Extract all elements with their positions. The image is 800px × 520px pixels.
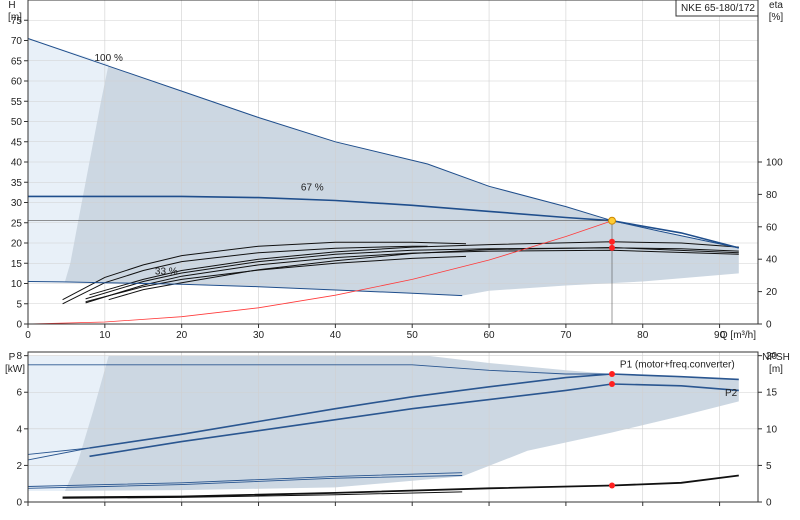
y-axis-label-left: P <box>9 352 16 363</box>
power-npsh-panel: P1 (motor+freq.converter)P2 024680510152… <box>5 351 790 508</box>
y-tick-label-left: 30 <box>11 198 23 209</box>
operating-envelope-bottom <box>28 355 739 491</box>
y-tick-label-left: 4 <box>16 424 22 435</box>
y-tick-label-right: 10 <box>766 424 778 435</box>
y-axis-unit-left: [kW] <box>5 364 25 375</box>
x-tick-label: 50 <box>407 330 419 341</box>
speed-label: 33 % <box>155 267 178 278</box>
y-tick-label-left: 40 <box>11 158 23 169</box>
duty-point <box>608 216 616 225</box>
y-tick-label-left: 8 <box>16 351 22 362</box>
y-tick-label-left: 20 <box>11 239 23 250</box>
operating-envelope <box>28 355 739 491</box>
y-axis-label-right: eta <box>769 0 783 11</box>
y-tick-label-left: 15 <box>11 259 23 270</box>
y-tick-label-left: 0 <box>16 320 22 331</box>
y-axis-unit-right: [%] <box>769 12 784 23</box>
x-tick-label: 10 <box>99 330 111 341</box>
series-label: P1 (motor+freq.converter) <box>620 360 735 371</box>
y-tick-label-right: 15 <box>766 388 778 399</box>
x-tick-label: 0 <box>25 330 31 341</box>
y-tick-label-left: 35 <box>11 178 23 189</box>
y-tick-label-right: 0 <box>766 320 772 331</box>
y-tick-label-left: 60 <box>11 77 23 88</box>
x-tick-label: 30 <box>253 330 265 341</box>
y-axis-label-left: H <box>8 0 15 11</box>
x-tick-label: 80 <box>637 330 649 341</box>
operating-marker <box>609 370 615 377</box>
y-axis-unit-right: [m] <box>769 364 783 375</box>
operating-marker <box>609 482 615 489</box>
y-tick-label-right: 0 <box>766 498 772 509</box>
y-tick-label-left: 25 <box>11 218 23 229</box>
operating-envelope <box>28 38 739 296</box>
y-tick-label-right: 5 <box>766 461 772 472</box>
y-tick-label-left: 5 <box>16 299 22 310</box>
pump-curve-chart: 100 %67 %33 % 05101520253035404550556065… <box>5 0 790 509</box>
y-tick-label-left: 6 <box>16 388 22 399</box>
y-tick-label-right: 80 <box>766 190 778 201</box>
y-axis-unit-left: [m] <box>8 12 22 23</box>
y-tick-label-left: 70 <box>11 36 23 47</box>
y-tick-label-left: 65 <box>11 56 23 67</box>
x-tick-label: 20 <box>176 330 188 341</box>
chart-title: NKE 65-180/172 <box>681 3 755 14</box>
operating-marker <box>609 238 615 245</box>
speed-label: 100 % <box>95 53 123 64</box>
speed-label: 67 % <box>301 182 324 193</box>
y-tick-label-left: 55 <box>11 97 23 108</box>
x-tick-label: 60 <box>483 330 495 341</box>
y-tick-label-right: 20 <box>766 287 778 298</box>
y-tick-label-left: 10 <box>11 279 23 290</box>
operating-marker <box>609 244 615 251</box>
y-tick-label-right: 40 <box>766 255 778 266</box>
operating-envelope-top <box>28 38 739 296</box>
y-tick-label-left: 50 <box>11 117 23 128</box>
operating-marker <box>609 381 615 388</box>
y-tick-label-left: 45 <box>11 137 23 148</box>
y-tick-label-left: 0 <box>16 498 22 509</box>
y-tick-label-right: 100 <box>766 158 783 169</box>
y-tick-label-right: 60 <box>766 222 778 233</box>
series-label: P2 <box>725 388 738 399</box>
y-tick-label-left: 2 <box>16 461 22 472</box>
x-axis-label: Q [m³/h] <box>720 330 756 341</box>
head-efficiency-panel: 100 % 67 % 33 % 0 5 10 15 20 25 30 35 40 45 50 55 60 65… <box>8 0 783 341</box>
y-axis-label-right: NPSH <box>762 352 790 363</box>
x-tick-label: 40 <box>330 330 342 341</box>
x-tick-label: 70 <box>560 330 572 341</box>
